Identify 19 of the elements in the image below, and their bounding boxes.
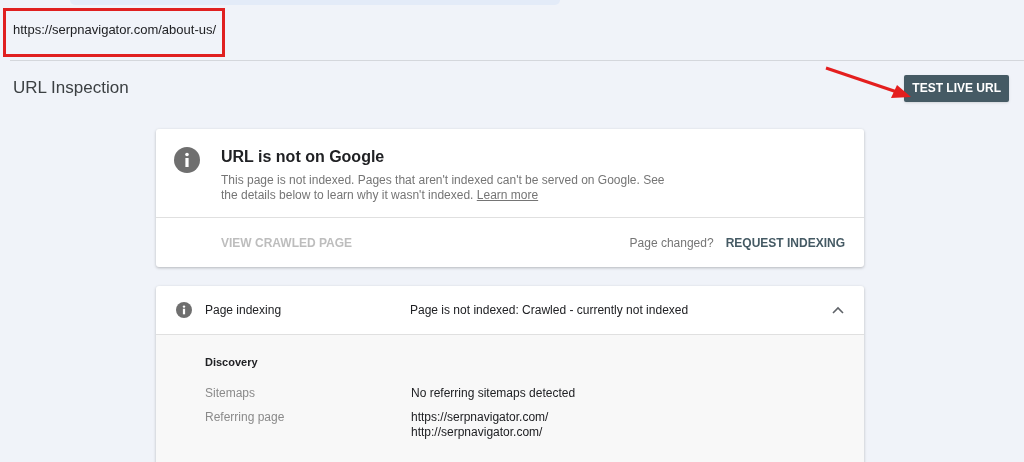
field-value: No referring sitemaps detected (411, 385, 576, 401)
field-label: Sitemaps (205, 385, 257, 401)
chevron-up-icon[interactable] (832, 306, 844, 314)
request-indexing-button[interactable]: REQUEST INDEXING (725, 233, 845, 252)
field-value: http://serpnavigator.com/ (411, 424, 544, 440)
learn-more-link[interactable]: Learn more (476, 188, 539, 202)
info-icon (174, 147, 200, 173)
status-description: This page is not indexed. Pages that aren't indexed can't be served on Google. See the details below to learn why it wasn't indexed. Learn more (221, 173, 666, 203)
page-changed-text: Page changed? (629, 234, 714, 252)
section-label: Page indexing (205, 302, 283, 319)
info-icon (176, 302, 192, 318)
test-live-url-button[interactable]: TEST LIVE URL (904, 74, 1009, 102)
url-text: https://serpnavigator.com/about-us/ (13, 21, 217, 40)
indexing-status: Page is not indexed: Crawled - currently not indexed (410, 302, 690, 319)
page-title: URL Inspection (13, 77, 129, 100)
field-value: https://serpnavigator.com/ (411, 409, 549, 425)
status-title: URL is not on Google (221, 147, 386, 167)
field-label: Referring page (205, 409, 286, 426)
subsection-title: Discovery (205, 355, 259, 370)
